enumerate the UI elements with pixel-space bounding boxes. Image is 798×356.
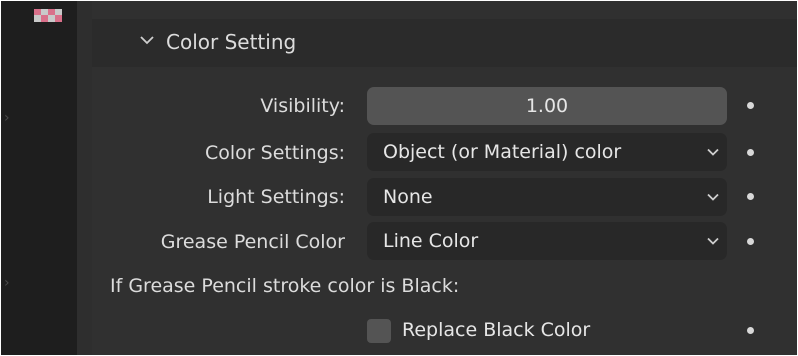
grease-pencil-color-value: Line Color (383, 230, 479, 252)
dot-icon[interactable] (747, 193, 754, 200)
grease-pencil-color-dropdown[interactable]: Line Color (367, 222, 727, 260)
chevron-down-icon[interactable] (139, 32, 155, 48)
checker-icon[interactable] (34, 9, 62, 22)
replace-black-color-checkbox[interactable] (367, 319, 391, 343)
color-settings-label: Color Settings: (205, 142, 345, 164)
tab-bar-divider (77, 1, 92, 355)
dot-icon[interactable] (747, 327, 754, 334)
properties-tab-bar: › › (1, 1, 77, 355)
chevron-down-icon (707, 237, 719, 245)
color-settings-dropdown[interactable]: Object (or Material) color (367, 133, 727, 171)
chevron-right-icon: › (4, 275, 10, 291)
dot-icon[interactable] (747, 238, 754, 245)
light-settings-dropdown[interactable]: None (367, 178, 727, 216)
panel-title: Color Setting (166, 30, 297, 54)
light-settings-label: Light Settings: (207, 186, 345, 208)
visibility-field[interactable]: 1.00 (367, 87, 727, 125)
properties-editor: › › Color Setting Visibility: 1.00 Color… (1, 1, 797, 355)
chevron-down-icon (707, 148, 719, 156)
grease-pencil-color-label: Grease Pencil Color (160, 231, 345, 253)
chevron-right-icon: › (4, 110, 10, 126)
replace-black-color-label[interactable]: Replace Black Color (402, 317, 590, 343)
color-setting-panel: Color Setting Visibility: 1.00 Color Set… (92, 1, 797, 355)
visibility-label: Visibility: (260, 95, 345, 117)
visibility-value: 1.00 (525, 95, 569, 117)
black-stroke-note: If Grease Pencil stroke color is Black: (110, 275, 460, 297)
panel-header[interactable]: Color Setting (92, 19, 797, 67)
color-settings-value: Object (or Material) color (383, 141, 622, 163)
dot-icon[interactable] (747, 102, 754, 109)
light-settings-value: None (383, 186, 433, 208)
chevron-down-icon (707, 193, 719, 201)
dot-icon[interactable] (747, 149, 754, 156)
